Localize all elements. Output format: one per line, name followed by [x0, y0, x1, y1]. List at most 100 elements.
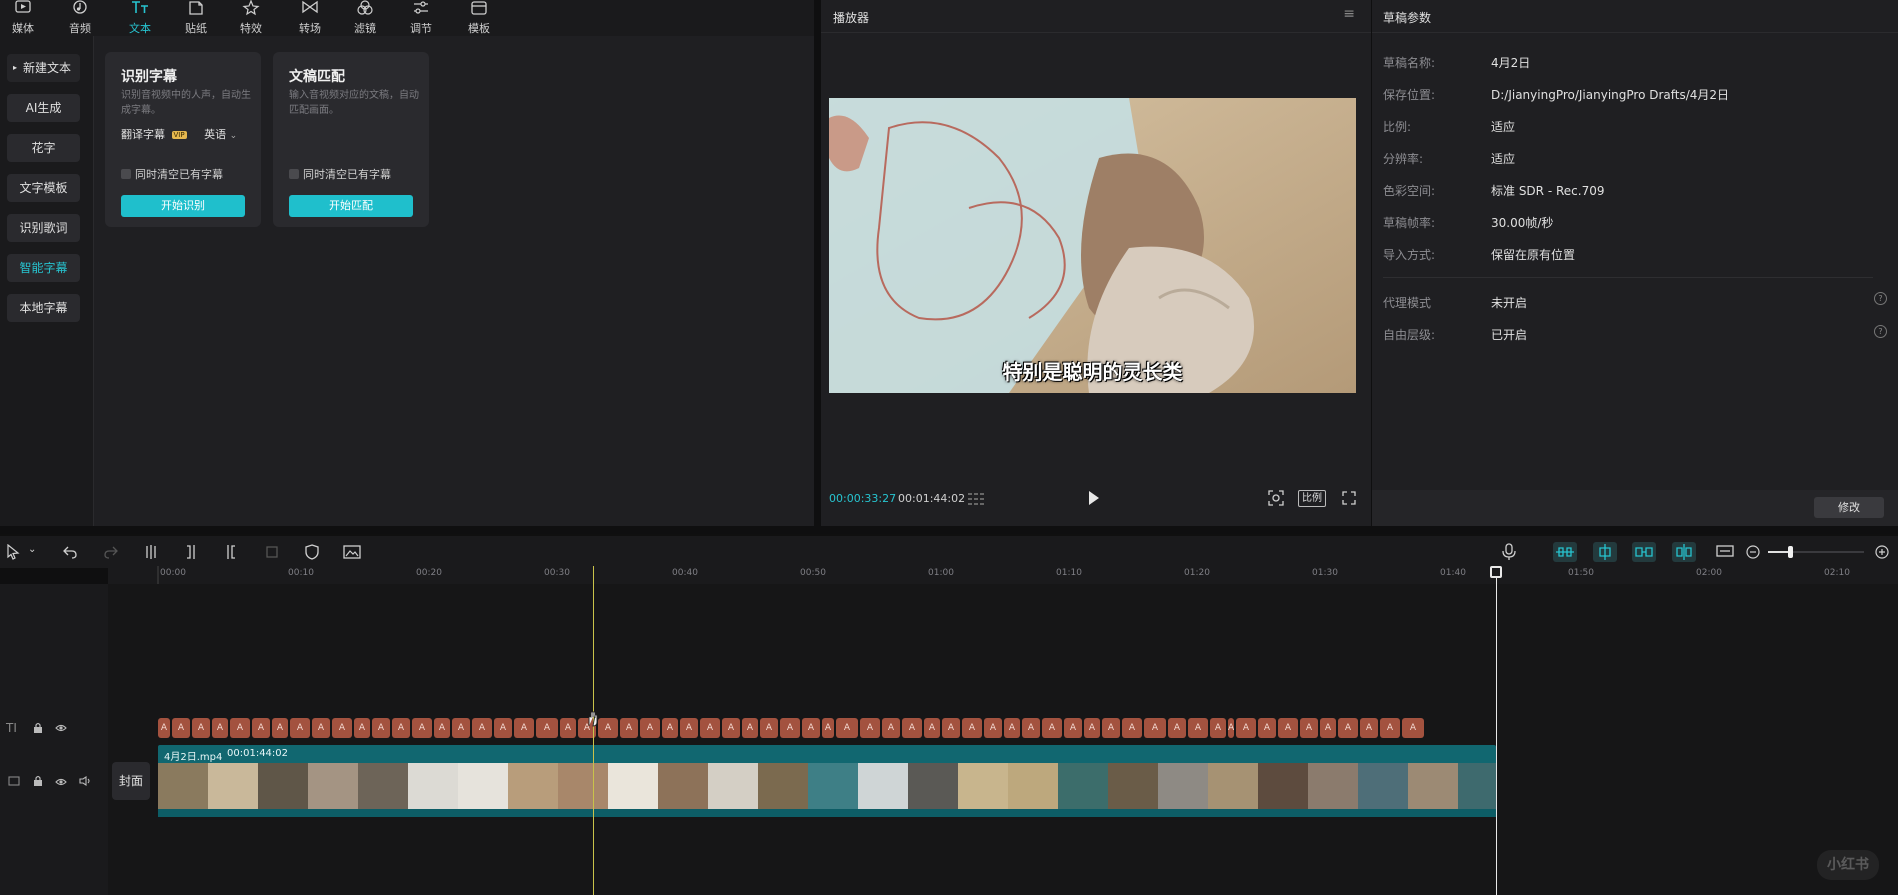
lock-icon[interactable]: [32, 722, 44, 734]
caption-clip[interactable]: A: [1102, 718, 1120, 738]
caption-clip[interactable]: A: [230, 718, 250, 738]
eye-icon[interactable]: [55, 777, 67, 787]
caption-clip[interactable]: A: [1320, 718, 1336, 738]
caption-clip[interactable]: A: [392, 718, 410, 738]
caption-clip[interactable]: A: [1258, 718, 1276, 738]
caption-clip[interactable]: A: [514, 718, 534, 738]
delete-icon[interactable]: [265, 545, 279, 559]
caption-clip[interactable]: A: [1022, 718, 1040, 738]
caption-clip[interactable]: A: [372, 718, 390, 738]
lock-icon[interactable]: [32, 775, 44, 787]
caption-clip[interactable]: A: [192, 718, 210, 738]
caption-clip[interactable]: A: [560, 718, 576, 738]
video-preview[interactable]: 特别是聪明的灵长类: [829, 98, 1356, 393]
link-toggle-icon[interactable]: [1553, 542, 1577, 562]
zoom-out-icon[interactable]: [1746, 545, 1760, 559]
caption-clip[interactable]: A: [1210, 718, 1226, 738]
list-icon[interactable]: [966, 491, 988, 505]
tab-effects[interactable]: 特效: [228, 0, 274, 36]
caption-clip[interactable]: A: [902, 718, 922, 738]
start-match-button[interactable]: 开始匹配: [289, 195, 413, 217]
caption-clip[interactable]: A: [640, 718, 660, 738]
clear-captions-checkbox[interactable]: 同时清空已有字幕: [121, 166, 223, 182]
caption-clip[interactable]: A: [536, 718, 558, 738]
caption-clip[interactable]: A: [802, 718, 820, 738]
play-icon[interactable]: [1087, 490, 1101, 506]
caption-clip[interactable]: A: [1300, 718, 1318, 738]
screenshot-icon[interactable]: [1268, 490, 1284, 506]
caption-clip[interactable]: A: [700, 718, 720, 738]
nav-text-template[interactable]: 文字模板: [7, 174, 80, 202]
tab-transition[interactable]: 转场: [287, 0, 333, 36]
zoom-slider-handle[interactable]: [1788, 546, 1793, 558]
caption-clip[interactable]: A: [942, 718, 960, 738]
preview-axis-toggle-icon[interactable]: [1672, 542, 1696, 562]
caption-clip[interactable]: A: [984, 718, 1002, 738]
timeline-end-marker[interactable]: [1496, 566, 1497, 895]
caption-clip[interactable]: A: [860, 718, 880, 738]
caption-clip[interactable]: A: [1402, 718, 1424, 738]
caption-clip[interactable]: A: [1064, 718, 1082, 738]
caption-preview-icon[interactable]: [1716, 544, 1734, 560]
caption-clip[interactable]: A: [836, 718, 858, 738]
caption-clip[interactable]: A: [172, 718, 190, 738]
nav-ai-generate[interactable]: AI生成: [7, 94, 80, 122]
microphone-icon[interactable]: [1502, 543, 1516, 561]
caption-clip[interactable]: A: [924, 718, 940, 738]
caption-clip[interactable]: A: [662, 718, 678, 738]
chevron-down-icon[interactable]: ⌄: [28, 544, 36, 555]
menu-icon[interactable]: ≡: [1343, 6, 1355, 22]
caption-clip[interactable]: A: [1168, 718, 1186, 738]
caption-clip[interactable]: A: [962, 718, 982, 738]
caption-clip[interactable]: A: [1278, 718, 1298, 738]
tab-template[interactable]: 模板: [456, 0, 502, 36]
caption-clip[interactable]: A: [332, 718, 352, 738]
select-cursor-icon[interactable]: [6, 544, 20, 560]
nav-lyrics[interactable]: 识别歌词: [7, 214, 80, 242]
caption-clip[interactable]: A: [1228, 718, 1234, 738]
shield-icon[interactable]: [305, 544, 319, 560]
checkbox-box[interactable]: [121, 169, 131, 179]
nav-fancy-text[interactable]: 花字: [7, 134, 80, 162]
caption-clip[interactable]: A: [722, 718, 740, 738]
info-icon[interactable]: ?: [1874, 292, 1887, 305]
clear-captions-checkbox[interactable]: 同时清空已有字幕: [289, 166, 391, 182]
image-edit-icon[interactable]: [343, 544, 361, 560]
caption-clip[interactable]: A: [1144, 718, 1166, 738]
playhead[interactable]: [593, 566, 594, 895]
caption-clip[interactable]: A: [472, 718, 492, 738]
trim-left-icon[interactable]: [184, 544, 198, 560]
split-icon[interactable]: [144, 544, 158, 560]
caption-clip[interactable]: A: [312, 718, 330, 738]
caption-clip[interactable]: A: [882, 718, 900, 738]
caption-clip[interactable]: A: [1380, 718, 1400, 738]
nav-local-captions[interactable]: 本地字幕: [7, 294, 80, 322]
caption-clip[interactable]: A: [158, 718, 170, 738]
fullscreen-icon[interactable]: [1341, 490, 1357, 506]
caption-clip[interactable]: A: [1236, 718, 1256, 738]
video-clip[interactable]: 4月2日.mp4 00:01:44:02: [158, 745, 1496, 817]
caption-clip[interactable]: A: [760, 718, 778, 738]
eye-icon[interactable]: [55, 723, 67, 733]
caption-clip[interactable]: A: [620, 718, 638, 738]
redo-icon[interactable]: [104, 545, 118, 559]
caption-clip[interactable]: A: [452, 718, 470, 738]
caption-clip[interactable]: A: [822, 718, 834, 738]
caption-clip[interactable]: A: [1360, 718, 1378, 738]
caption-clip[interactable]: A: [742, 718, 758, 738]
checkbox-box[interactable]: [289, 169, 299, 179]
caption-clip[interactable]: A: [780, 718, 800, 738]
caption-clip[interactable]: A: [212, 718, 228, 738]
caption-clip[interactable]: A: [272, 718, 288, 738]
snap-toggle-icon[interactable]: [1593, 542, 1617, 562]
start-recognize-button[interactable]: 开始识别: [121, 195, 245, 217]
caption-clip[interactable]: A: [1188, 718, 1208, 738]
modify-button[interactable]: 修改: [1814, 497, 1884, 518]
tab-media[interactable]: 媒体: [0, 0, 46, 36]
trim-right-icon[interactable]: [224, 544, 238, 560]
caption-clip[interactable]: A: [1084, 718, 1100, 738]
caption-clip[interactable]: A: [1042, 718, 1062, 738]
tab-audio[interactable]: 音频: [57, 0, 103, 36]
caption-clip[interactable]: A: [1004, 718, 1020, 738]
caption-clip[interactable]: A: [252, 718, 270, 738]
